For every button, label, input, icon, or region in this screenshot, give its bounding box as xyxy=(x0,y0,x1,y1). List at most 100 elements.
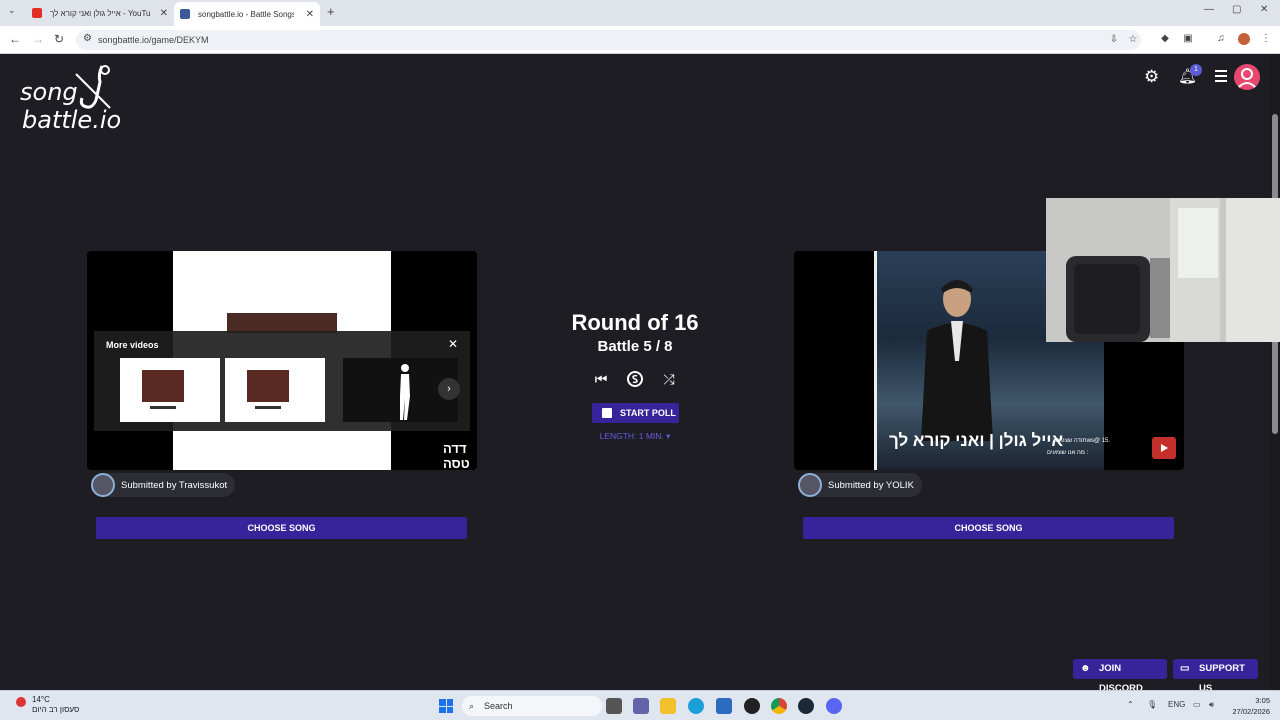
avatar xyxy=(91,473,115,497)
weather-widget[interactable]: 14°C סעסון רב היום xyxy=(10,695,79,715)
bookmark-star-icon[interactable]: ☆ xyxy=(1127,34,1139,46)
singer-photo xyxy=(921,280,993,441)
minimize-icon[interactable]: — xyxy=(1204,4,1214,15)
webcam-overlay xyxy=(1046,198,1280,342)
discord-icon: ☻ xyxy=(1080,663,1091,674)
taskbar: 14°C סעסון רב היום ⌕ Search ⌃ 🎙︎ ENG ▭ 🔊… xyxy=(0,690,1280,720)
extension-icon[interactable]: ◆ xyxy=(1159,33,1171,45)
address-bar: ← → ↻ ⚙ songbattle.io/game/DEKYM ⇩ ☆ ◆ ▣… xyxy=(0,26,1280,54)
choose-song-left-button[interactable]: CHOOSE SONG xyxy=(96,517,467,539)
avatar xyxy=(798,473,822,497)
coin-icon[interactable] xyxy=(626,370,644,388)
url-text: songbattle.io/game/DEKYM xyxy=(98,35,209,45)
user-icon xyxy=(1237,68,1257,89)
submitter-text: Submitted by YOLIK xyxy=(828,479,914,491)
site-info-icon[interactable]: ⚙ xyxy=(83,33,92,44)
dancer-figure-icon xyxy=(400,364,410,420)
video-thumbnail[interactable] xyxy=(225,358,325,422)
left-video-player[interactable]: More videos ✕ › דדה טסה xyxy=(87,251,477,470)
logo-line1: song xyxy=(20,78,78,106)
volume-icon[interactable]: 🔊︎ xyxy=(1209,700,1214,710)
tab-title: songbattle.io - Battle Songs xyxy=(198,9,294,19)
more-videos-panel: More videos ✕ › xyxy=(94,331,470,431)
submitter-text: Submitted by Travissukot xyxy=(121,479,228,491)
support-us-button[interactable]: ▭ SUPPORT US xyxy=(1173,659,1258,694)
credits-line: מה אנו שומעים : xyxy=(1047,450,1089,456)
display-icon[interactable]: ▭ xyxy=(1193,700,1201,709)
steam-icon[interactable] xyxy=(798,698,814,714)
youtube-icon xyxy=(32,8,42,18)
tab-title: אייל גולן ואני קורא לך - YouTube xyxy=(50,8,150,18)
chevron-right-icon[interactable]: › xyxy=(438,378,460,400)
file-explorer-icon[interactable] xyxy=(660,698,676,714)
store-icon[interactable] xyxy=(716,698,732,714)
tray-chevron-icon[interactable]: ⌃ xyxy=(1127,700,1134,709)
puzzle-icon[interactable]: ▣ xyxy=(1182,33,1194,45)
tab-songbattle[interactable]: songbattle.io - Battle Songs ✕ xyxy=(174,2,320,26)
window-close-icon[interactable]: ✕ xyxy=(1260,4,1268,15)
user-avatar[interactable] xyxy=(1234,64,1260,90)
video-title-overlay: אייל גולן | ואני קורא לך xyxy=(889,431,1064,450)
video-credits-overlay: תודה שצפית : 1ws@ 15. מה אנו שומעים : xyxy=(1047,435,1110,459)
close-icon[interactable]: ✕ xyxy=(160,8,168,19)
songbattle-logo[interactable]: song battle.io xyxy=(20,64,130,138)
submitter-badge: Submitted by YOLIK xyxy=(798,473,922,497)
taskbar-search[interactable]: ⌕ Search xyxy=(462,696,602,716)
patreon-icon: ▭ xyxy=(1180,663,1190,674)
close-icon[interactable]: ✕ xyxy=(448,337,458,351)
forward-icon[interactable]: → xyxy=(32,32,44,46)
length-selector[interactable]: LENGTH: 1 MIN. ▾ xyxy=(575,431,695,442)
install-icon[interactable]: ⇩ xyxy=(1108,34,1120,46)
more-videos-title: More videos xyxy=(106,340,159,350)
teams-icon[interactable] xyxy=(633,698,649,714)
shuffle-icon[interactable]: ⤮ xyxy=(660,370,678,388)
youtube-logo-icon[interactable] xyxy=(1152,437,1176,459)
github-icon[interactable] xyxy=(744,698,760,714)
poll-icon xyxy=(602,408,612,418)
tab-search-icon[interactable]: ⌄ xyxy=(8,5,16,16)
scrollbar[interactable] xyxy=(1270,54,1280,690)
reload-icon[interactable]: ↻ xyxy=(54,32,64,46)
choose-song-right-button[interactable]: CHOOSE SONG xyxy=(803,517,1174,539)
media-icon[interactable]: ♫ xyxy=(1215,33,1227,45)
clock-date: 27/02/2026 xyxy=(1232,707,1270,716)
new-tab-button[interactable]: + xyxy=(327,4,335,19)
edge-icon[interactable] xyxy=(688,698,704,714)
skip-back-icon[interactable]: ⏮ xyxy=(592,370,610,388)
profile-icon[interactable] xyxy=(1238,33,1250,45)
video-thumbnail[interactable] xyxy=(120,358,220,422)
microphone-icon[interactable]: 🎙︎ xyxy=(1147,700,1157,709)
songbattle-icon xyxy=(180,9,190,19)
windows-start-icon[interactable] xyxy=(439,699,453,713)
notification-badge: 1 xyxy=(1190,64,1202,76)
settings-gear-icon[interactable]: ⚙ xyxy=(1144,68,1162,86)
kebab-menu-icon[interactable]: ⋮ xyxy=(1260,33,1272,45)
task-view-icon[interactable] xyxy=(606,698,622,714)
back-icon[interactable]: ← xyxy=(9,32,21,46)
round-title: Round of 16 xyxy=(571,310,699,335)
discord-taskbar-icon[interactable] xyxy=(826,698,842,714)
maximize-icon[interactable]: ▢ xyxy=(1232,4,1241,15)
clock-time: 3:05 xyxy=(1255,696,1270,705)
tab-youtube[interactable]: אייל גולן ואני קורא לך - YouTube ✕ xyxy=(26,3,174,23)
search-icon: ⌕ xyxy=(469,701,475,711)
chrome-icon[interactable] xyxy=(771,698,787,714)
start-poll-label: START POLL xyxy=(620,408,676,418)
url-field[interactable]: ⚙ songbattle.io/game/DEKYM ⇩ ☆ xyxy=(76,30,1141,50)
album-art xyxy=(227,313,337,333)
start-poll-button[interactable]: START POLL xyxy=(592,403,679,423)
webcam-feed xyxy=(1046,198,1280,342)
join-discord-button[interactable]: ☻ JOIN DISCORD xyxy=(1073,659,1167,694)
saxophone-icon xyxy=(75,65,111,109)
channel-watermark: דדה טסה xyxy=(443,441,470,470)
browser-tab-bar: ⌄ אייל גולן ואני קורא לך - YouTube ✕ son… xyxy=(0,0,1280,26)
search-label: Search xyxy=(484,701,513,711)
language-indicator[interactable]: ENG xyxy=(1168,700,1185,709)
submitter-badge: Submitted by Travissukot xyxy=(91,473,236,497)
credits-line: תודה שצפית : 1ws@ 15. xyxy=(1047,438,1110,444)
taskbar-clock[interactable]: 3:05 27/02/2026 xyxy=(1228,695,1270,717)
hamburger-menu-icon[interactable] xyxy=(1215,70,1227,82)
battle-counter: Battle 5 / 8 xyxy=(597,338,673,355)
weather-alert-icon xyxy=(16,697,26,707)
close-icon[interactable]: ✕ xyxy=(306,9,314,20)
